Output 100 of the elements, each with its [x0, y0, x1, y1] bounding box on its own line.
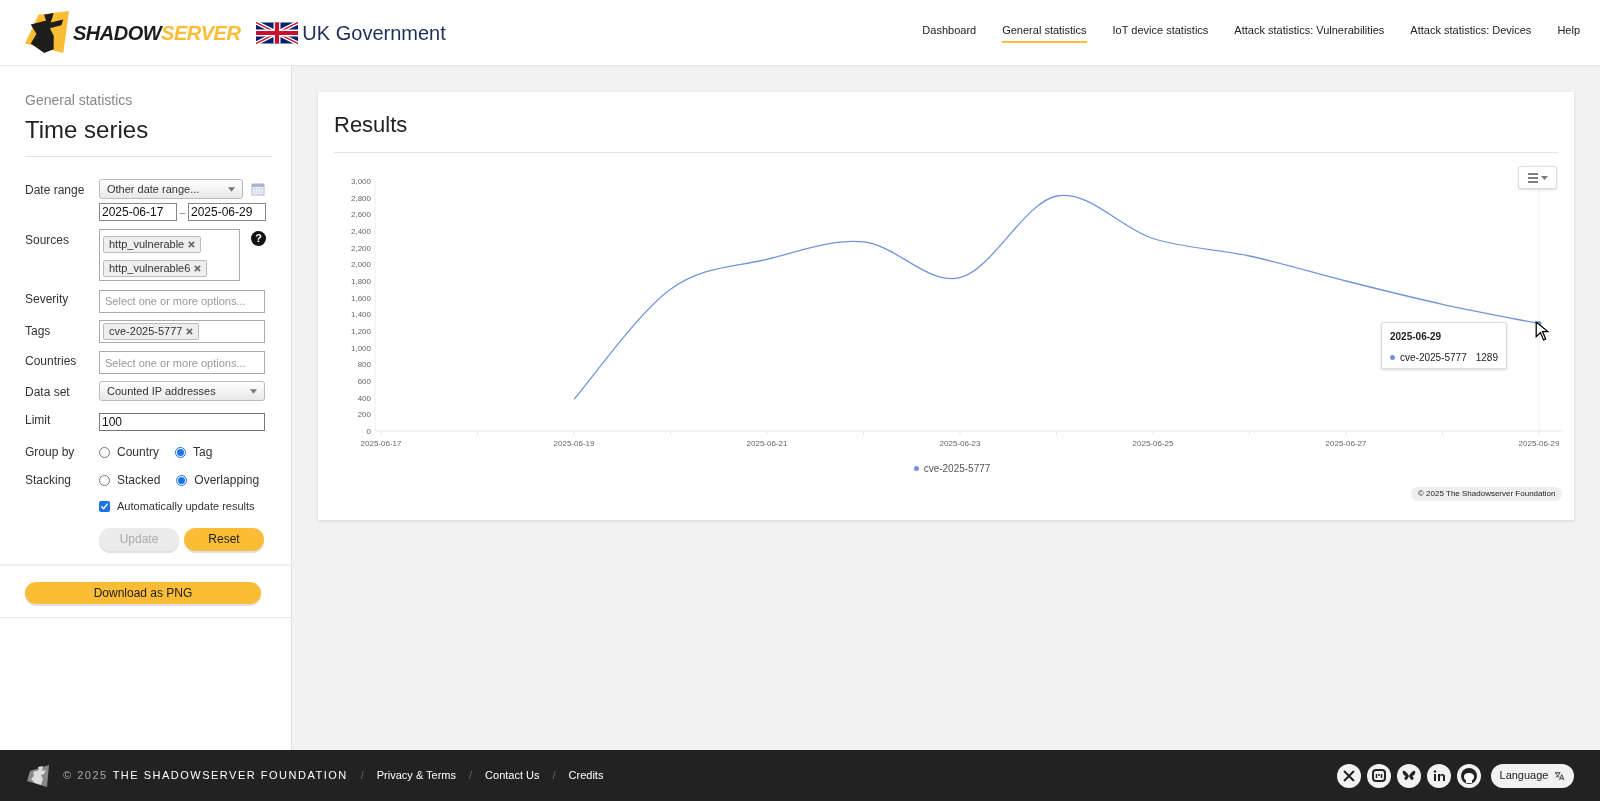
page-title: Time series: [25, 115, 150, 145]
cursor-icon: [1535, 321, 1549, 341]
axis-label: 1,200: [350, 327, 371, 336]
field-label: Stacking: [25, 472, 73, 489]
nav-link[interactable]: Attack statistics: Vulnerabilities: [1234, 22, 1385, 43]
field-label: Date range: [25, 182, 86, 199]
reset-button[interactable]: Reset: [184, 527, 264, 551]
link-separator: /: [552, 768, 556, 784]
limit-field[interactable]: 100: [99, 413, 265, 431]
nav-link[interactable]: Dashboard: [922, 22, 977, 43]
sources-field[interactable]: http_vulnerable http_vulnerable6: [99, 229, 241, 281]
calendar-icon: [251, 182, 265, 196]
tooltip-date: 2025-06-29: [1390, 330, 1443, 344]
menu-icon: [1527, 172, 1538, 183]
tag-chip[interactable]: cve-2025-5777: [103, 322, 200, 340]
nav-link[interactable]: IoT device statistics: [1112, 22, 1209, 43]
remove-icon: [188, 240, 196, 248]
check-icon: [100, 501, 109, 511]
footer-link[interactable]: Privacy & Terms: [376, 767, 457, 784]
caret-icon: [250, 388, 257, 394]
axis-label: 1,000: [350, 343, 371, 353]
chart-menu-button[interactable]: [1518, 166, 1557, 189]
field-label: Limit: [25, 412, 52, 429]
radio-label: Tag: [193, 444, 213, 461]
axis-label: 3,000: [350, 177, 371, 186]
axis-label: 2025-06-19: [553, 439, 595, 448]
multi-select-field[interactable]: Select one or more options...: [99, 351, 265, 374]
multi-select-field[interactable]: Select one or more options...: [99, 289, 265, 313]
axis-label: 2025-06-23: [939, 439, 981, 448]
field-label: Severity: [25, 291, 70, 308]
credit-badge: © 2025 The Shadowserver Foundation: [1411, 487, 1563, 501]
copyright-year: © 2025: [63, 768, 108, 784]
radio-label: Stacked: [117, 472, 161, 489]
logo-icon: [25, 10, 69, 55]
field-label: Group by: [25, 444, 76, 461]
link-separator: /: [360, 768, 364, 784]
translate-icon: [1554, 770, 1566, 781]
help-icon[interactable]: ?: [251, 231, 266, 246]
language-button[interactable]: Language: [1491, 763, 1574, 788]
dropdown[interactable]: Counted IP addresses: [99, 381, 265, 401]
butterfly-icon[interactable]: [1397, 763, 1421, 788]
tag-label: cve-2025-5777: [109, 323, 183, 339]
nav-link[interactable]: Attack statistics: Devices: [1410, 22, 1532, 43]
axis-label: 2025-06-21: [746, 439, 788, 448]
dropdown[interactable]: Other date range...: [99, 179, 243, 199]
caret-icon: [228, 186, 235, 192]
tooltip-value: 1289: [1475, 351, 1498, 365]
axis-label: 2,400: [350, 227, 371, 236]
axis-label: 400: [357, 393, 371, 403]
card-title: Results: [334, 111, 409, 139]
footer-link[interactable]: Credits: [568, 767, 604, 784]
footer-logo-icon: [25, 762, 51, 789]
axis-label: 200: [357, 410, 371, 420]
tags-field[interactable]: cve-2025-5777: [99, 319, 265, 343]
axis-label: 600: [357, 377, 371, 386]
axis-label: 2,600: [350, 210, 371, 220]
tag-label: http_vulnerable6: [109, 261, 191, 276]
logo-text: SHADOW: [73, 20, 162, 46]
legend-item[interactable]: cve-2025-5777: [913, 461, 991, 476]
date-field[interactable]: 2025-06-29: [188, 203, 266, 221]
nav-link[interactable]: Help: [1557, 22, 1580, 43]
axis-label: 1,400: [350, 310, 371, 320]
axis-label: 2,000: [350, 260, 371, 270]
tag-label: http_vulnerable: [109, 237, 185, 252]
logo-text: SERVER: [161, 20, 241, 46]
radio-label: Country: [117, 444, 160, 461]
field-label: Tags: [25, 322, 52, 340]
nav-link[interactable]: General statistics: [1002, 22, 1087, 43]
axis-label: 2,800: [350, 193, 371, 203]
radio-button[interactable]: [175, 446, 187, 458]
x-icon[interactable]: [1337, 763, 1361, 788]
axis-label: 2025-06-25: [1132, 439, 1174, 448]
field-label: Sources: [25, 232, 71, 249]
caret-icon: [1540, 175, 1548, 180]
axis-label: 1,600: [350, 293, 371, 303]
radio-label: Overlapping: [194, 472, 260, 489]
radio-button[interactable]: [176, 474, 188, 486]
axis-label: 0: [366, 427, 371, 436]
download-button[interactable]: Download as PNG: [25, 581, 261, 604]
field-label: Countries: [25, 352, 78, 370]
range-separator: –: [178, 204, 187, 220]
axis-label: 2025-06-17: [360, 439, 402, 448]
linkedin-icon[interactable]: [1427, 763, 1451, 788]
axis-label: 2,200: [350, 243, 371, 253]
tooltip-series: cve-2025-5777: [1400, 351, 1467, 365]
copyright-org: THE SHADOWSERVER FOUNDATION: [112, 768, 348, 784]
flag-icon: [256, 21, 299, 44]
radio-button[interactable]: [99, 474, 110, 486]
tag-chip[interactable]: http_vulnerable6: [103, 259, 208, 277]
link-separator: /: [469, 768, 473, 784]
checkbox-label: Automatically update results: [117, 499, 255, 514]
footer-link[interactable]: Contact Us: [485, 767, 540, 784]
breadcrumb: General statistics: [25, 91, 134, 110]
radio-button[interactable]: [99, 446, 110, 458]
checkbox[interactable]: [99, 500, 110, 512]
axis-label: 2025-06-29: [1518, 439, 1560, 448]
remove-icon: [186, 327, 194, 335]
date-field[interactable]: 2025-06-17: [99, 203, 177, 221]
tag-chip[interactable]: http_vulnerable: [103, 235, 202, 253]
remove-icon: [194, 264, 202, 272]
